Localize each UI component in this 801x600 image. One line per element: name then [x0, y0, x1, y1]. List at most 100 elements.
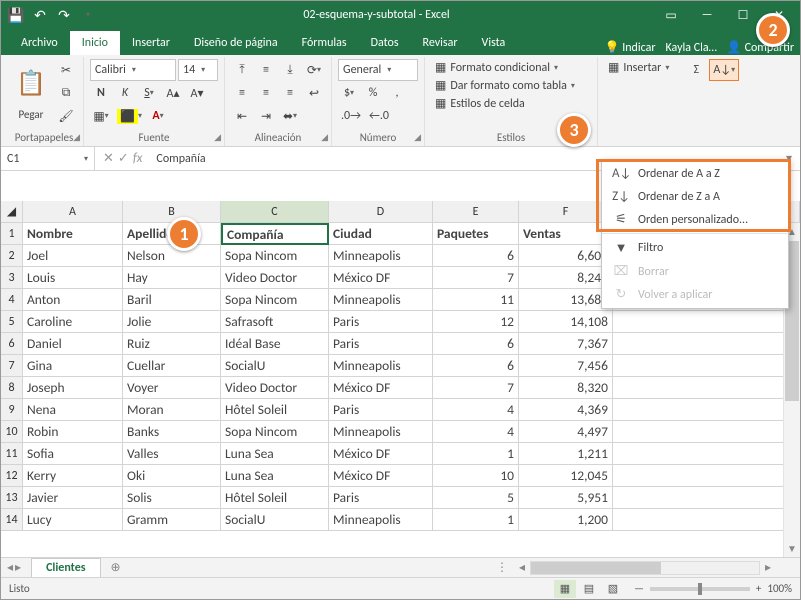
data-cell[interactable]: Luna Sea: [221, 443, 329, 465]
data-cell[interactable]: 5: [433, 487, 519, 509]
number-format-combo[interactable]: General▾: [338, 59, 418, 81]
decrease-decimal-button[interactable]: ←.0: [366, 105, 392, 127]
decrease-indent-button[interactable]: ⇤: [231, 105, 253, 127]
borders-button[interactable]: ▦▾: [90, 105, 112, 127]
name-box[interactable]: C1▾: [1, 147, 95, 170]
data-cell[interactable]: Valles: [123, 443, 221, 465]
view-pagebreak-button[interactable]: ▧: [602, 580, 624, 598]
save-button[interactable]: 💾: [5, 4, 27, 26]
user-name[interactable]: Kayla Cla…: [666, 41, 717, 55]
align-middle-button[interactable]: ≡: [255, 59, 277, 81]
row-header-5[interactable]: 5: [1, 311, 23, 333]
data-cell[interactable]: 7,367: [519, 333, 613, 355]
minimize-button[interactable]: —: [690, 4, 724, 26]
menu-sort-za[interactable]: Z↓Ordenar de Z a A: [602, 185, 788, 208]
data-cell[interactable]: Nena: [23, 399, 123, 421]
data-cell[interactable]: México DF: [329, 377, 433, 399]
menu-sort-az[interactable]: A↓Ordenar de A a Z: [602, 162, 788, 185]
data-cell[interactable]: Paris: [329, 333, 433, 355]
data-cell[interactable]: 14,108: [519, 311, 613, 333]
data-cell[interactable]: Joseph: [23, 377, 123, 399]
data-cell[interactable]: Caroline: [23, 311, 123, 333]
data-cell[interactable]: Minneapolis: [329, 289, 433, 311]
data-cell[interactable]: 6,602: [519, 245, 613, 267]
row-header-1[interactable]: 1: [1, 223, 23, 245]
align-bottom-button[interactable]: ⤓: [279, 59, 301, 81]
tab-inicio[interactable]: Inicio: [70, 31, 120, 55]
sheet-nav-next[interactable]: ▸: [15, 560, 21, 575]
copy-button[interactable]: ⧉: [55, 82, 77, 104]
align-right-button[interactable]: ≡: [279, 82, 301, 104]
redo-button[interactable]: ↷: [53, 4, 75, 26]
data-cell[interactable]: Oki: [123, 465, 221, 487]
data-cell[interactable]: Hôtel Soleil: [221, 487, 329, 509]
data-cell[interactable]: Minneapolis: [329, 421, 433, 443]
row-header-14[interactable]: 14: [1, 509, 23, 531]
percent-button[interactable]: %: [362, 82, 384, 104]
header-cell[interactable]: Ciudad: [329, 223, 433, 245]
row-header-12[interactable]: 12: [1, 465, 23, 487]
font-size-combo[interactable]: 14▾: [178, 59, 218, 81]
data-cell[interactable]: 4: [433, 399, 519, 421]
autosum-button[interactable]: Σ: [685, 59, 707, 81]
tab-datos[interactable]: Datos: [359, 31, 411, 55]
select-all-corner[interactable]: ◢: [1, 201, 23, 223]
menu-filter[interactable]: ▼Filtro: [602, 236, 788, 260]
data-cell[interactable]: Ruiz: [123, 333, 221, 355]
sheet-tab-active[interactable]: Clientes: [31, 558, 100, 577]
data-cell[interactable]: 4,369: [519, 399, 613, 421]
data-cell[interactable]: Luna Sea: [221, 465, 329, 487]
header-cell[interactable]: Compañía: [221, 223, 329, 245]
align-center-button[interactable]: ≡: [255, 82, 277, 104]
data-cell[interactable]: México DF: [329, 465, 433, 487]
data-cell[interactable]: Gina: [23, 355, 123, 377]
tab-vista[interactable]: Vista: [470, 31, 518, 55]
data-cell[interactable]: Video Doctor: [221, 377, 329, 399]
data-cell[interactable]: SocialU: [221, 509, 329, 531]
cell-styles-button[interactable]: ▦Estilos de celda: [431, 95, 591, 112]
header-cell[interactable]: Nombre: [23, 223, 123, 245]
col-header-F[interactable]: F: [519, 201, 613, 223]
data-cell[interactable]: Sofia: [23, 443, 123, 465]
data-cell[interactable]: 1,200: [519, 509, 613, 531]
data-cell[interactable]: SocialU: [221, 355, 329, 377]
italic-button[interactable]: K: [114, 82, 136, 104]
cut-button[interactable]: ✂: [55, 59, 77, 81]
increase-indent-button[interactable]: ⇥: [255, 105, 277, 127]
data-cell[interactable]: 4,497: [519, 421, 613, 443]
data-cell[interactable]: Paris: [329, 399, 433, 421]
clipboard-dialog-icon[interactable]: ◢: [73, 132, 80, 143]
data-cell[interactable]: 13,683: [519, 289, 613, 311]
col-header-C[interactable]: C: [221, 201, 329, 223]
data-cell[interactable]: Minneapolis: [329, 245, 433, 267]
orientation-button[interactable]: ⟳▾: [303, 59, 325, 81]
format-painter-button[interactable]: 🖌: [55, 105, 77, 127]
data-cell[interactable]: Cuellar: [123, 355, 221, 377]
col-header-A[interactable]: A: [23, 201, 123, 223]
font-color-button[interactable]: A▾: [147, 105, 169, 127]
data-cell[interactable]: Safrasoft: [221, 311, 329, 333]
align-dialog-icon[interactable]: ◢: [321, 132, 328, 143]
data-cell[interactable]: 6: [433, 333, 519, 355]
data-cell[interactable]: 11: [433, 289, 519, 311]
data-cell[interactable]: Sopa Nincom: [221, 421, 329, 443]
undo-button[interactable]: ↶: [29, 4, 51, 26]
row-header-9[interactable]: 9: [1, 399, 23, 421]
qat-customize[interactable]: ▾: [77, 4, 99, 26]
data-cell[interactable]: Anton: [23, 289, 123, 311]
data-cell[interactable]: Louis: [23, 267, 123, 289]
data-cell[interactable]: Kerry: [23, 465, 123, 487]
tab-revisar[interactable]: Revisar: [411, 31, 470, 55]
row-header-13[interactable]: 13: [1, 487, 23, 509]
view-layout-button[interactable]: ▤: [578, 580, 600, 598]
number-dialog-icon[interactable]: ◢: [414, 132, 421, 143]
data-cell[interactable]: Moran: [123, 399, 221, 421]
accounting-button[interactable]: $▾: [338, 82, 360, 104]
increase-font-button[interactable]: A▴: [162, 82, 184, 104]
data-cell[interactable]: Minneapolis: [329, 355, 433, 377]
data-cell[interactable]: 1,211: [519, 443, 613, 465]
data-cell[interactable]: Sopa Nincom: [221, 289, 329, 311]
data-cell[interactable]: 6: [433, 245, 519, 267]
row-header-6[interactable]: 6: [1, 333, 23, 355]
fill-color-button[interactable]: ⬛▾: [114, 105, 145, 127]
